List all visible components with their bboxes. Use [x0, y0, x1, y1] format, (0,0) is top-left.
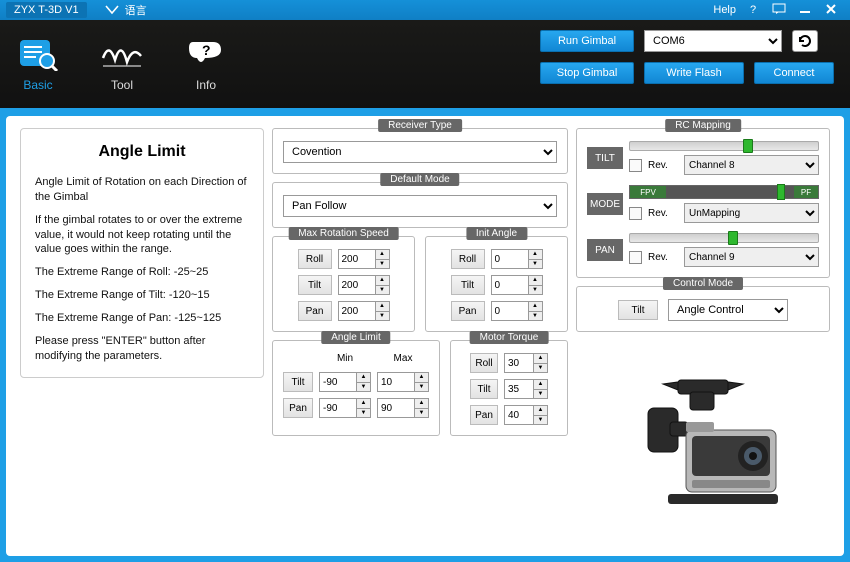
rc-mode-rev-checkbox[interactable] [629, 207, 642, 220]
tab-info[interactable]: ? Info [184, 36, 228, 92]
rc-tilt-channel-select[interactable]: Channel 8 [684, 155, 819, 175]
tab-basic-label: Basic [23, 78, 52, 92]
connect-button[interactable]: Connect [754, 62, 834, 84]
torque-tilt[interactable]: ▲▼ [504, 379, 548, 399]
rc-mode-slider[interactable]: FPV PF [629, 185, 819, 199]
svg-text:?: ? [202, 42, 211, 58]
control-mode-group: Control Mode Tilt Angle Control [576, 286, 830, 332]
write-flash-button[interactable]: Write Flash [644, 62, 744, 84]
initang-pan-input[interactable]: ▲▼ [491, 301, 543, 321]
desc-title: Angle Limit [35, 143, 249, 161]
description-panel: Angle Limit Angle Limit of Rotation on e… [20, 128, 264, 378]
rc-mode-channel-select[interactable]: UnMapping [684, 203, 819, 223]
torque-roll[interactable]: ▲▼ [504, 353, 548, 373]
maxspd-tilt-input[interactable]: ▲▼ [338, 275, 390, 295]
app-title: ZYX T-3D V1 [6, 2, 87, 18]
rc-pan-channel-select[interactable]: Channel 9 [684, 247, 819, 267]
maxspd-roll-input[interactable]: ▲▼ [338, 249, 390, 269]
tab-basic[interactable]: Basic [16, 36, 60, 92]
anglimit-pan-min[interactable]: ▲▼ [319, 398, 371, 418]
toolbar: Basic Tool ? Info Run Gimbal COM6 Stop G… [0, 20, 850, 108]
feedback-icon[interactable] [766, 3, 792, 18]
tab-info-label: Info [196, 78, 216, 92]
anglimit-pan-max[interactable]: ▲▼ [377, 398, 429, 418]
help-icon[interactable]: ? [740, 4, 766, 16]
motor-torque-group: Motor Torque Roll▲▼ Tilt▲▼ Pan▲▼ [450, 340, 568, 436]
default-mode-group: Default Mode Pan Follow [272, 182, 568, 228]
minimize-icon[interactable] [792, 3, 818, 18]
refresh-port-button[interactable] [792, 30, 818, 52]
init-angle-group: Init Angle Roll▲▼ Tilt▲▼ Pan▲▼ [425, 236, 568, 332]
initang-roll-input[interactable]: ▲▼ [491, 249, 543, 269]
anglimit-tilt-min[interactable]: ▲▼ [319, 372, 371, 392]
basic-icon [16, 36, 60, 72]
angle-limit-group: Angle Limit MinMax Tilt ▲▼ ▲▼ Pan ▲▼ ▲▼ [272, 340, 440, 436]
close-icon[interactable] [818, 3, 844, 18]
rc-mapping-group: RC Mapping TILT Rev. Channel 8 MODE [576, 128, 830, 278]
receiver-type-select[interactable]: Covention [283, 141, 557, 163]
default-mode-select[interactable]: Pan Follow [283, 195, 557, 217]
receiver-type-group: Receiver Type Covention [272, 128, 568, 174]
main-content: Angle Limit Angle Limit of Rotation on e… [6, 116, 844, 556]
stop-gimbal-button[interactable]: Stop Gimbal [540, 62, 634, 84]
language-menu[interactable]: 语言 [105, 2, 147, 18]
run-gimbal-button[interactable]: Run Gimbal [540, 30, 634, 52]
rc-tilt-rev-checkbox[interactable] [629, 159, 642, 172]
gimbal-illustration [576, 340, 830, 544]
rc-pan-slider[interactable] [629, 233, 819, 243]
port-select[interactable]: COM6 [644, 30, 782, 52]
tab-tool-label: Tool [111, 78, 133, 92]
max-rotation-speed-group: Max Rotation Speed Roll▲▼ Tilt▲▼ Pan▲▼ [272, 236, 415, 332]
info-icon: ? [184, 36, 228, 72]
tool-icon [100, 36, 144, 72]
anglimit-tilt-max[interactable]: ▲▼ [377, 372, 429, 392]
control-mode-select[interactable]: Angle Control [668, 299, 788, 321]
initang-tilt-input[interactable]: ▲▼ [491, 275, 543, 295]
titlebar: ZYX T-3D V1 语言 Help ? [0, 0, 850, 20]
rc-pan-rev-checkbox[interactable] [629, 251, 642, 264]
maxspd-pan-input[interactable]: ▲▼ [338, 301, 390, 321]
torque-pan[interactable]: ▲▼ [504, 405, 548, 425]
help-label[interactable]: Help [713, 4, 736, 16]
rc-tilt-slider[interactable] [629, 141, 819, 151]
tab-tool[interactable]: Tool [100, 36, 144, 92]
